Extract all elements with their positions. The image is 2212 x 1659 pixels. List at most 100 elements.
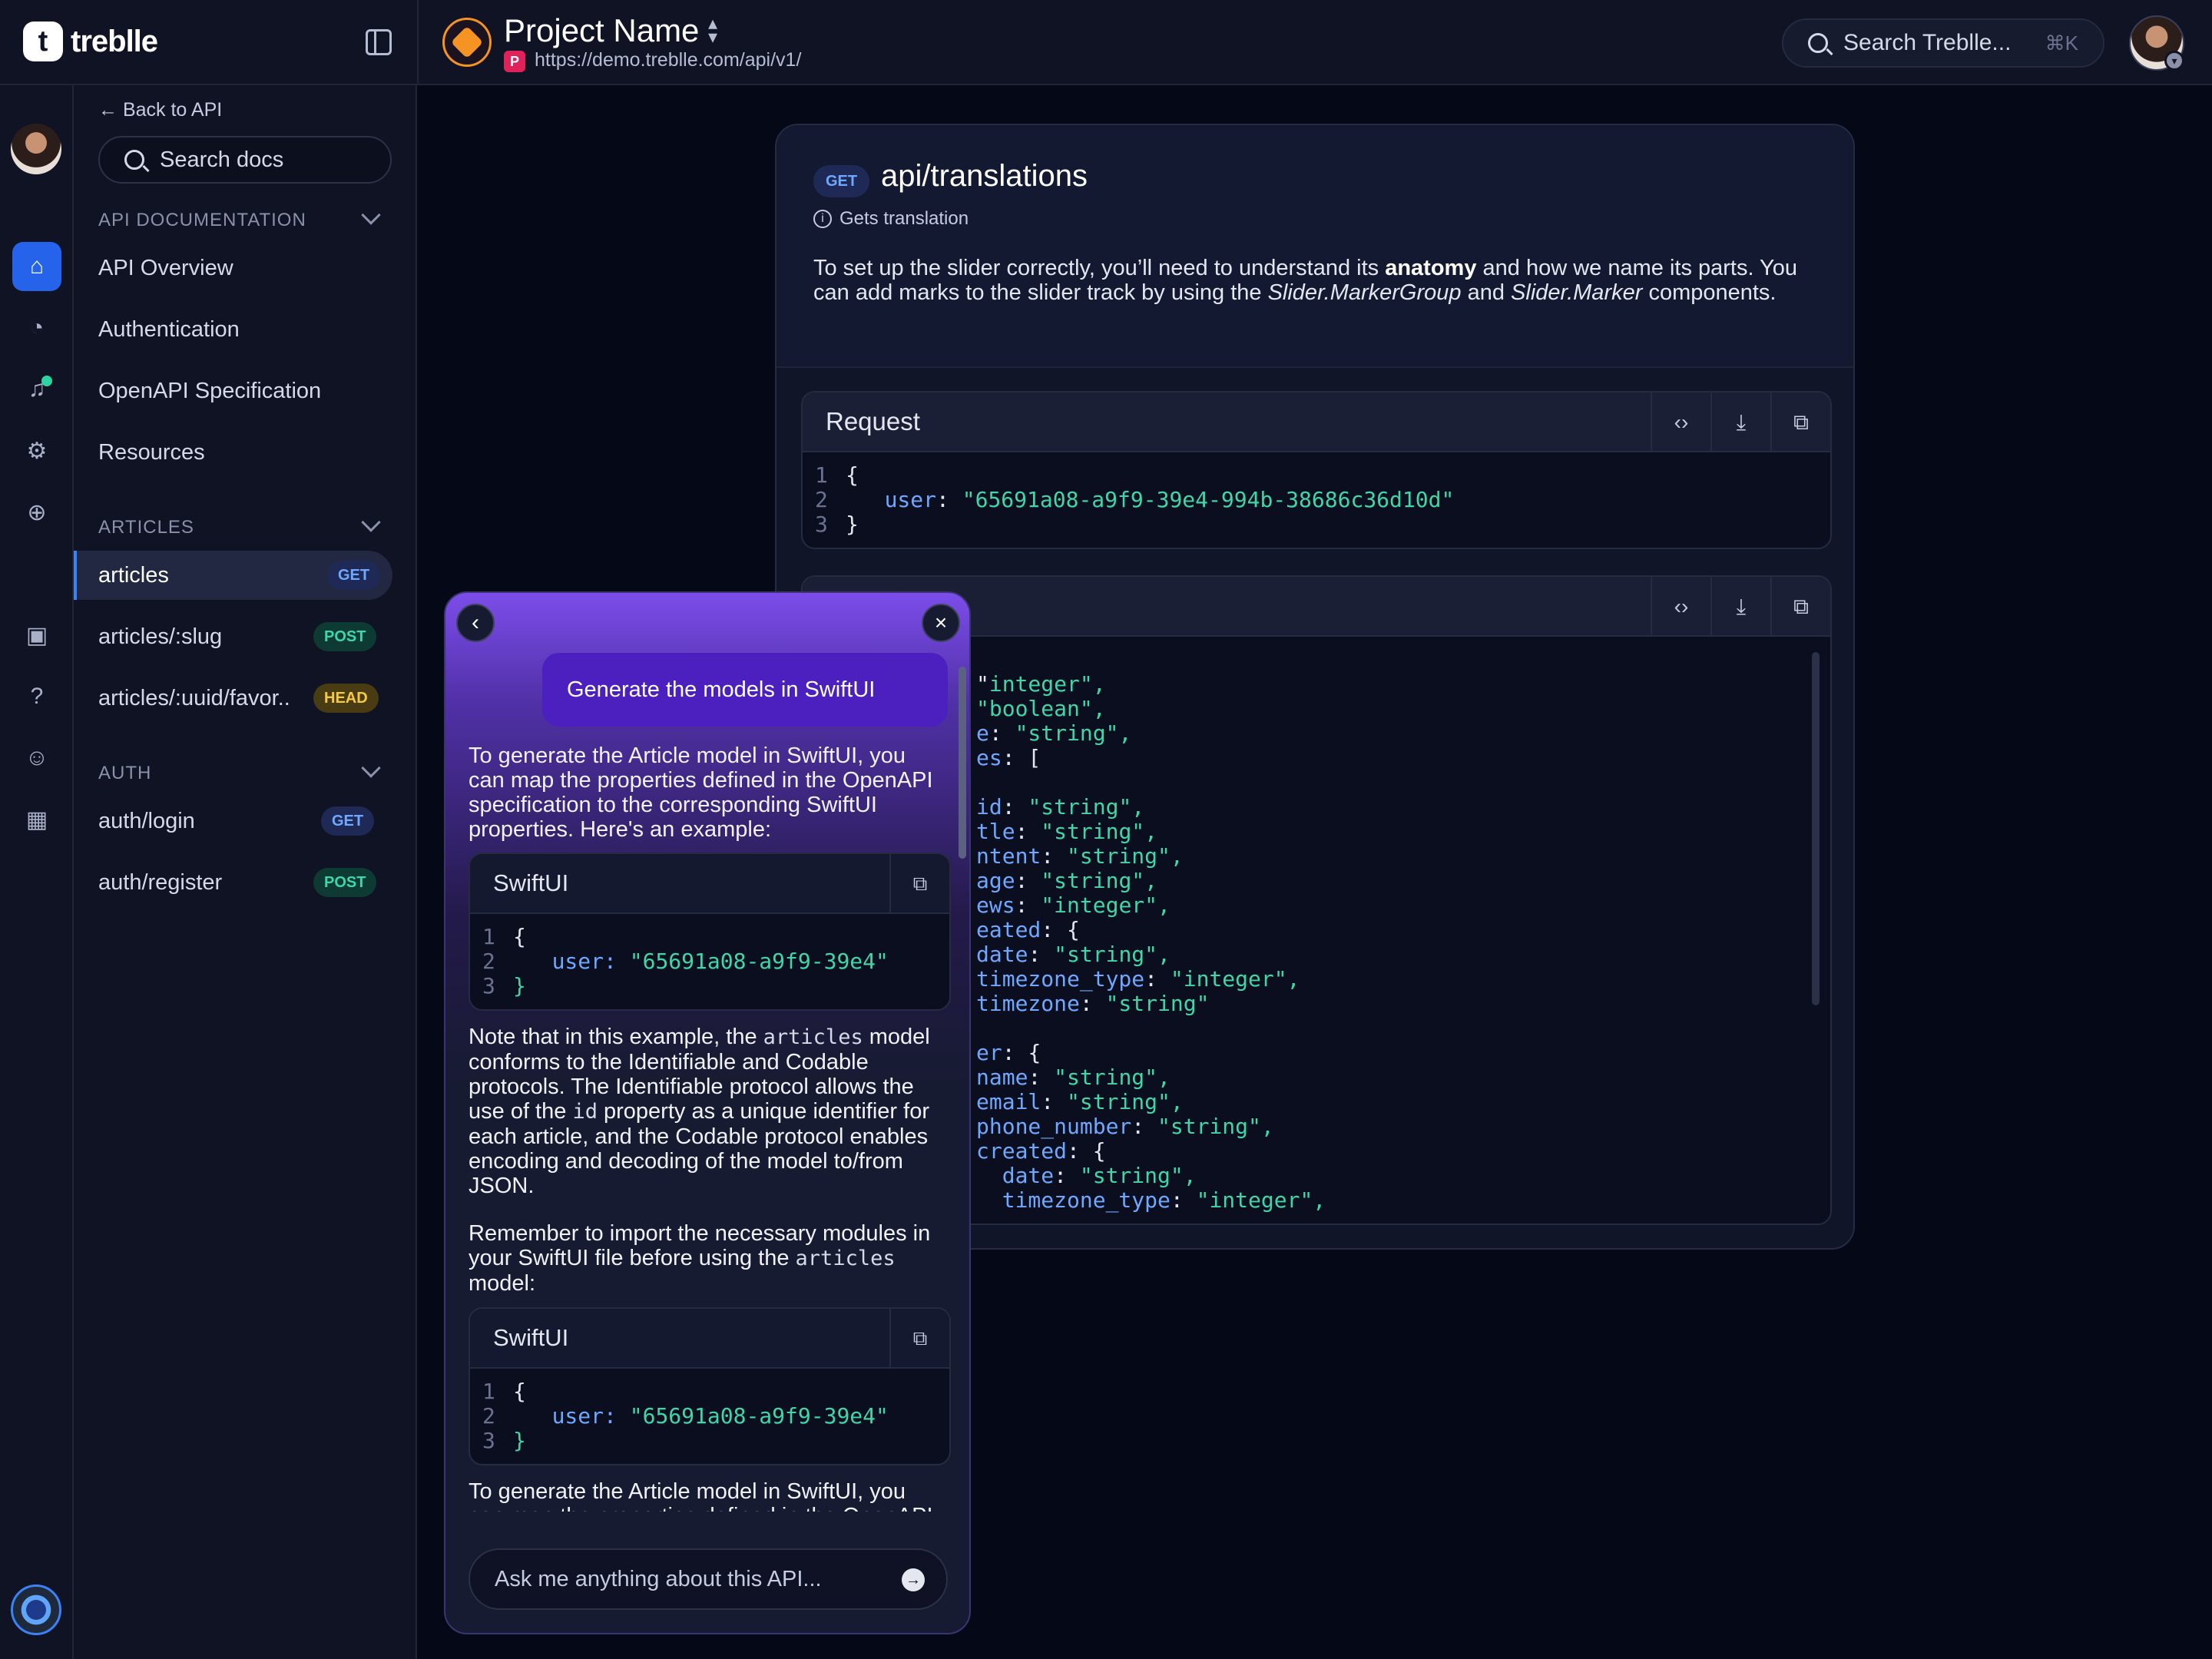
- workspace-avatar[interactable]: [11, 124, 61, 174]
- code-line: created: {: [976, 1139, 1818, 1164]
- section-articles[interactable]: ARTICLES: [98, 517, 194, 538]
- section-auth[interactable]: AUTH: [98, 763, 151, 784]
- code-key: eated: [976, 917, 1041, 942]
- copy-icon[interactable]: ⧉: [889, 1309, 949, 1369]
- home-icon[interactable]: ⌂: [12, 242, 61, 291]
- code-value: [: [1028, 745, 1041, 770]
- ai-assistant-icon[interactable]: [11, 1584, 61, 1635]
- code-line: er: {: [976, 1041, 1818, 1065]
- code-line: name: "string",: [976, 1065, 1818, 1090]
- download-icon[interactable]: ⤓: [1710, 577, 1770, 637]
- chat-input[interactable]: Ask me anything about this API... →: [469, 1548, 948, 1610]
- docs-search-placeholder: Search docs: [160, 147, 284, 172]
- code-line: eated: {: [976, 918, 1818, 942]
- chevron-left-icon[interactable]: ‹: [456, 604, 495, 642]
- code-key: age: [976, 868, 1015, 893]
- download-icon[interactable]: ⤓: [1710, 392, 1770, 452]
- copy-icon[interactable]: ⧉: [1770, 392, 1830, 452]
- help-icon[interactable]: ?: [12, 672, 61, 721]
- nav-item-articles-uuid-favorite[interactable]: articles/:uuid/favor..: [98, 686, 290, 711]
- code-key: user:: [551, 1403, 617, 1429]
- integrations-icon[interactable]: ▦: [12, 795, 61, 844]
- feedback-icon[interactable]: ☺: [12, 733, 61, 783]
- code-snippet: SwiftUI ⧉ 1{ 2 user: "65691a08-a9f9-39e4…: [469, 853, 951, 1011]
- response-scrollbar[interactable]: [1812, 652, 1820, 1005]
- method-badge-post: POST: [313, 622, 377, 651]
- code-token: :: [1015, 892, 1041, 918]
- docs-search-input[interactable]: Search docs: [98, 136, 392, 184]
- code-key: er: [976, 1040, 1002, 1065]
- code-value: {: [1092, 1138, 1106, 1164]
- code-token: :: [1079, 991, 1106, 1016]
- analytics-icon[interactable]: ◔: [12, 303, 61, 353]
- notifications-icon[interactable]: ♫: [12, 365, 61, 414]
- assistant-message: Remember to import the necessary modules…: [469, 1221, 945, 1296]
- nav-item-authentication[interactable]: Authentication: [98, 317, 240, 343]
- code-key: es: [976, 745, 1002, 770]
- section-api-documentation[interactable]: API DOCUMENTATION: [98, 210, 306, 231]
- code-key: date: [976, 942, 1028, 967]
- inline-code: articles: [763, 1025, 863, 1049]
- code-value: "string",: [1015, 720, 1132, 746]
- chevron-down-icon[interactable]: [361, 512, 381, 532]
- close-icon[interactable]: ×: [922, 604, 960, 642]
- project-logo[interactable]: [442, 18, 492, 67]
- docs-sidebar: ← Back to API Search docs API DOCUMENTAT…: [74, 85, 417, 1659]
- nav-item-auth-login[interactable]: auth/login: [98, 809, 195, 834]
- endpoint-header: GET api/translations i Gets translation …: [777, 125, 1853, 368]
- method-badge-get: GET: [321, 806, 375, 836]
- copy-icon[interactable]: ⧉: [1770, 577, 1830, 637]
- info-icon: i: [813, 210, 832, 228]
- send-icon[interactable]: →: [902, 1568, 925, 1591]
- code-snippet: SwiftUI ⧉ 1{ 2 user: "65691a08-a9f9-39e4…: [469, 1307, 951, 1465]
- nav-item-articles[interactable]: articles: [98, 563, 169, 588]
- method-badge-head: HEAD: [313, 684, 379, 713]
- chevron-down-icon[interactable]: [361, 205, 381, 225]
- code-view-icon[interactable]: ‹›: [1651, 392, 1710, 452]
- nav-item-articles-slug[interactable]: articles/:slug: [98, 624, 222, 650]
- description-text: components.: [1642, 280, 1777, 305]
- nav-item-api-overview[interactable]: API Overview: [98, 256, 233, 281]
- brand-name: treblle: [71, 24, 158, 58]
- line-number: 3: [815, 512, 828, 537]
- code-token: :: [1015, 868, 1041, 893]
- avatar-menu-icon[interactable]: ▾: [2164, 51, 2184, 71]
- code-view-icon[interactable]: ‹›: [1651, 577, 1710, 637]
- code-value: "string",: [1041, 819, 1158, 844]
- search-icon: [124, 150, 144, 170]
- code-snippet-header: SwiftUI ⧉: [470, 1309, 949, 1369]
- nav-item-auth-register[interactable]: auth/register: [98, 870, 222, 896]
- nav-item-openapi-specification[interactable]: OpenAPI Specification: [98, 379, 321, 404]
- back-to-api-link[interactable]: ← Back to API: [98, 99, 222, 121]
- project-switcher-icon[interactable]: ▴ ▾: [708, 15, 717, 47]
- nav-item-resources[interactable]: Resources: [98, 440, 205, 465]
- settings-icon[interactable]: ⚙: [12, 426, 61, 475]
- code-value: "string",: [1028, 794, 1145, 820]
- code-line: "boolean",: [976, 697, 1818, 721]
- chat-messages[interactable]: To generate the Article model in SwiftUI…: [445, 743, 969, 1512]
- add-icon[interactable]: ⊕: [12, 488, 61, 537]
- sidebar-toggle-icon[interactable]: [366, 29, 392, 55]
- code-value: "string",: [1041, 868, 1158, 893]
- assistant-message: To generate the Article model in SwiftUI…: [469, 743, 933, 842]
- user-message: Generate the models in SwiftUI: [542, 653, 948, 727]
- chevron-down-icon[interactable]: [361, 758, 381, 778]
- chat-scrollbar[interactable]: [959, 667, 966, 859]
- project-name[interactable]: Project Name: [504, 12, 699, 49]
- request-toolbar: ‹› ⤓ ⧉: [1651, 392, 1830, 452]
- top-bar: t treblle Project Name ▴ ▾ P https://demo…: [0, 0, 2212, 85]
- code-line: date: "string",: [976, 942, 1818, 967]
- ai-chat-panel: ‹ × Generate the models in SwiftUI To ge…: [444, 591, 971, 1634]
- code-key: date: [976, 1163, 1055, 1188]
- assistant-message: Note that in this example, the articles …: [469, 1025, 945, 1198]
- global-search-input[interactable]: Search Treblle... ⌘K: [1782, 18, 2104, 68]
- brand-logo[interactable]: t treblle: [23, 22, 158, 61]
- description-text: To set up the slider correctly, you’ll n…: [813, 256, 1386, 280]
- copy-icon[interactable]: ⧉: [889, 854, 949, 914]
- code-key: ews: [976, 892, 1015, 918]
- code-value: "string": [1105, 991, 1210, 1016]
- request-code: 1{ 2 user: "65691a08-a9f9-39e4-994b-3868…: [815, 462, 1455, 537]
- docs-icon[interactable]: ▣: [12, 611, 61, 660]
